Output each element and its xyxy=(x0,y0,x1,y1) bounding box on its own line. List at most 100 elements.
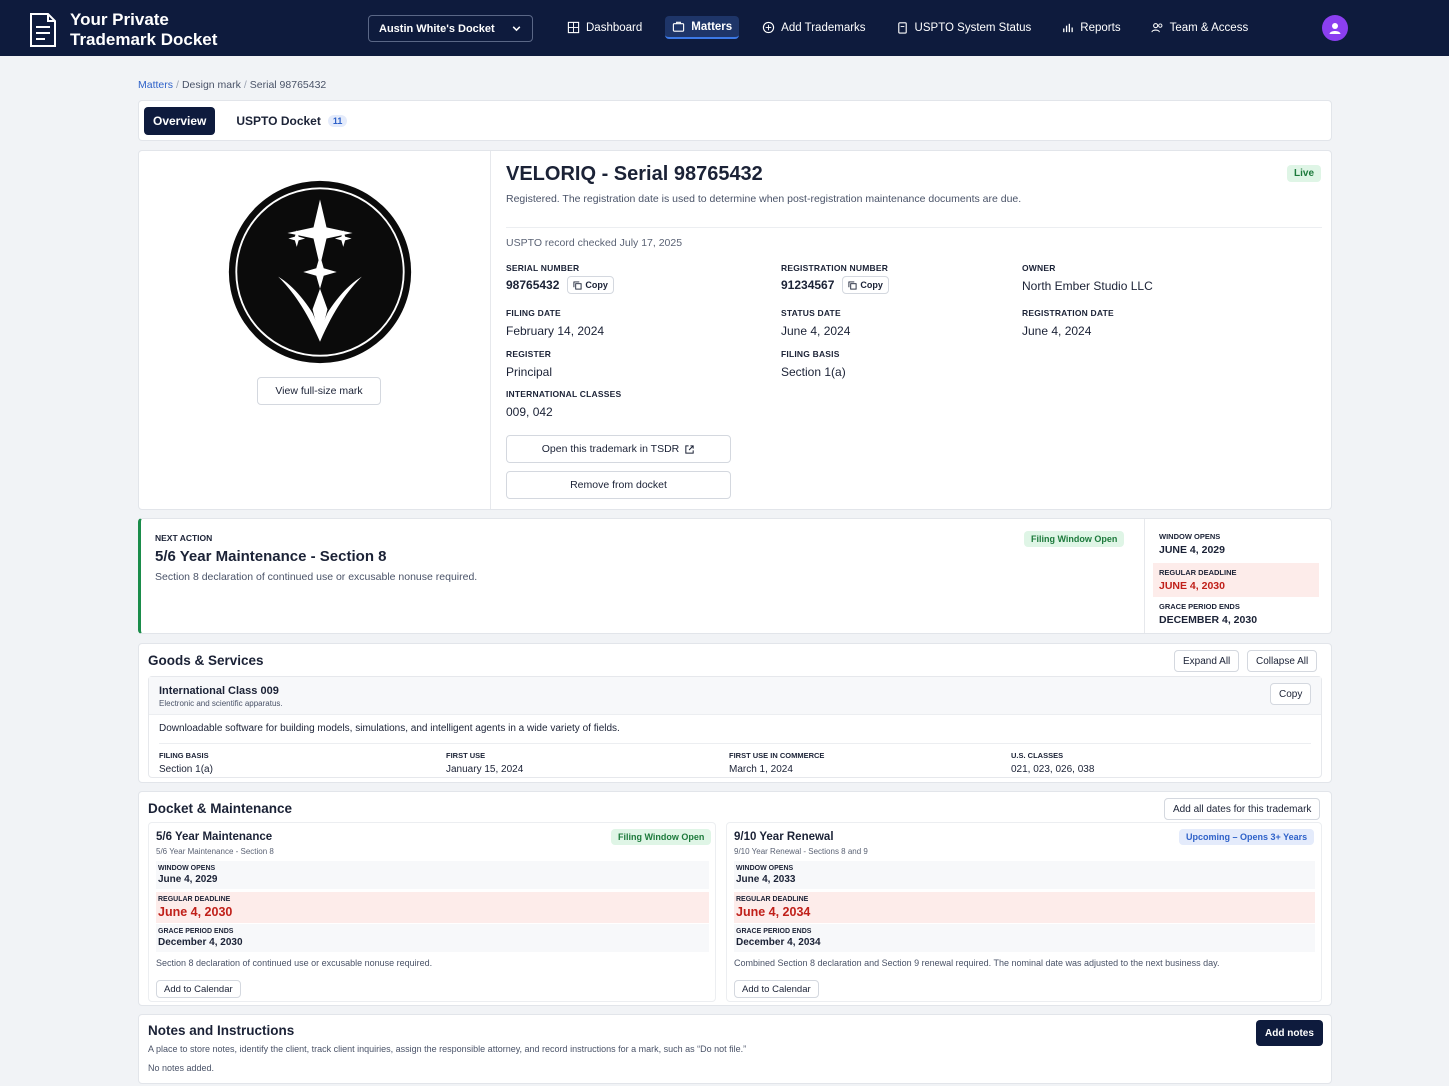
class-subtitle: Electronic and scientific apparatus. xyxy=(159,699,283,708)
document-logo-icon xyxy=(30,13,56,47)
clipboard-icon xyxy=(897,22,907,34)
maintenance-subtitle: 5/6 Year Maintenance - Section 8 xyxy=(156,847,274,856)
grace-period-label: Grace Period Ends xyxy=(736,928,812,935)
window-opens-value: June 4, 2029 xyxy=(1159,544,1225,556)
docket-select[interactable]: Austin White's Docket xyxy=(368,15,533,42)
copy-registration-button[interactable]: Copy xyxy=(842,276,889,294)
renewal-title: 9/10 Year Renewal xyxy=(734,831,834,843)
tab-overview[interactable]: Overview xyxy=(144,106,216,135)
class-filing-basis-label: Filing Basis xyxy=(159,751,209,760)
copy-class-button[interactable]: Copy xyxy=(1270,683,1312,705)
class-first-use-value: January 15, 2024 xyxy=(446,764,524,775)
copy-registration-label: Copy xyxy=(860,280,883,290)
international-classes-label: International Classes xyxy=(506,389,622,399)
notes-empty-state: No notes added. xyxy=(148,1063,215,1073)
regular-deadline-label: Regular Deadline xyxy=(1159,568,1237,577)
status-badge: Live xyxy=(1287,165,1322,182)
breadcrumb-design-mark[interactable]: Design mark xyxy=(182,79,241,91)
serial-number-row: 98765432 Copy xyxy=(506,276,614,294)
registration-number-value: 91234567 xyxy=(781,278,835,292)
add-notes-button[interactable]: Add notes xyxy=(1256,1020,1323,1046)
grace-period-value: December 4, 2030 xyxy=(1159,614,1258,626)
add-to-calendar-button[interactable]: Add to Calendar xyxy=(156,980,241,998)
regular-deadline-row: Regular Deadline June 4, 2030 xyxy=(156,892,709,923)
view-full-size-button[interactable]: View full-size mark xyxy=(257,377,381,405)
grace-period-value: December 4, 2030 xyxy=(158,937,243,948)
nav-add-trademarks[interactable]: Add Trademarks xyxy=(755,16,872,39)
grace-period-row: Grace Period Ends December 4, 2034 xyxy=(734,924,1315,952)
regular-deadline-value: June 4, 2030 xyxy=(158,905,233,919)
breadcrumb-matters[interactable]: Matters xyxy=(138,79,173,91)
register-label: Register xyxy=(506,349,552,359)
avatar[interactable] xyxy=(1322,15,1348,41)
main-nav: Dashboard Matters Add Trademarks USPTO S… xyxy=(560,16,1265,39)
maintenance-title: 5/6 Year Maintenance xyxy=(156,831,273,843)
nav-reports[interactable]: Reports xyxy=(1054,16,1127,39)
goods-services-title: Goods & Services xyxy=(148,653,264,668)
chevron-down-icon xyxy=(512,26,521,32)
add-to-calendar-button[interactable]: Add to Calendar xyxy=(734,980,819,998)
copy-serial-button[interactable]: Copy xyxy=(567,276,614,294)
trademark-mark-image xyxy=(228,180,412,364)
maintenance-note: Section 8 declaration of continued use o… xyxy=(156,958,433,968)
window-opens-item: Window Opens June 4, 2029 xyxy=(1159,532,1225,556)
brand[interactable]: Your Private Trademark Docket xyxy=(28,10,250,50)
regular-deadline-row: Regular Deadline June 4, 2034 xyxy=(734,892,1315,923)
remove-from-docket-button[interactable]: Remove from docket xyxy=(506,471,731,499)
breadcrumb: Matters / Design mark / Serial 98765432 xyxy=(138,79,326,91)
nav-team-access[interactable]: Team & Access xyxy=(1144,16,1256,39)
open-tsdr-button[interactable]: Open this trademark in TSDR xyxy=(506,435,731,463)
divider xyxy=(159,743,1311,744)
add-all-dates-button[interactable]: Add all dates for this trademark xyxy=(1164,798,1321,820)
nav-dashboard[interactable]: Dashboard xyxy=(560,16,649,39)
status-date-value: June 4, 2024 xyxy=(781,324,851,338)
nav-uspto-status-label: USPTO System Status xyxy=(914,21,1032,34)
plus-circle-icon xyxy=(763,21,775,34)
tab-uspto-docket[interactable]: USPTO Docket 11 xyxy=(227,107,356,135)
maintenance-item-9-10-year: 9/10 Year Renewal 9/10 Year Renewal - Se… xyxy=(726,822,1322,1002)
tab-bar: Overview USPTO Docket 11 xyxy=(138,100,1332,141)
nav-matters-label: Matters xyxy=(691,20,733,33)
class-first-use-label: First Use xyxy=(446,751,486,760)
window-opens-value: June 4, 2029 xyxy=(158,874,218,885)
class-filing-basis: Filing Basis Section 1(a) xyxy=(159,751,213,775)
window-opens-label: Window Opens xyxy=(158,865,216,872)
renewal-note: Combined Section 8 declaration and Secti… xyxy=(734,958,1220,968)
collapse-all-button[interactable]: Collapse All xyxy=(1247,650,1318,672)
status-description: Registered. The registration date is use… xyxy=(506,193,1022,205)
breadcrumb-current: Serial 98765432 xyxy=(249,79,327,91)
users-icon xyxy=(1150,23,1162,33)
copy-icon xyxy=(848,280,857,290)
briefcase-icon xyxy=(673,21,685,32)
grace-period-value: December 4, 2034 xyxy=(736,937,821,948)
next-action-card: Next Action 5/6 Year Maintenance - Secti… xyxy=(138,518,1332,634)
nav-uspto-status[interactable]: USPTO System Status xyxy=(889,16,1039,39)
serial-number-value: 98765432 xyxy=(506,278,560,292)
renewal-subtitle: 9/10 Year Renewal - Sections 8 and 9 xyxy=(734,847,868,856)
regular-deadline-item: Regular Deadline June 4, 2030 xyxy=(1153,563,1319,597)
registration-number-row: 91234567 Copy xyxy=(781,276,889,294)
next-action-dates: Window Opens June 4, 2029 Regular Deadlin… xyxy=(1144,519,1332,633)
nav-reports-label: Reports xyxy=(1080,21,1121,34)
nav-matters[interactable]: Matters xyxy=(665,16,740,39)
grace-period-item: Grace Period Ends December 4, 2030 xyxy=(1159,602,1257,626)
maintenance-item-5-6-year: 5/6 Year Maintenance 5/6 Year Maintenanc… xyxy=(148,822,716,1002)
open-tsdr-label: Open this trademark in TSDR xyxy=(541,443,680,455)
regular-deadline-label: Regular Deadline xyxy=(736,896,809,903)
class-us-classes: U.S. Classes 021, 023, 026, 038 xyxy=(1011,751,1094,775)
user-icon xyxy=(1329,23,1341,34)
registration-number-label: Registration Number xyxy=(781,263,889,273)
window-opens-row: Window Opens June 4, 2033 xyxy=(734,861,1315,889)
expand-all-button[interactable]: Expand All xyxy=(1174,650,1240,672)
filing-window-badge: Filing Window Open xyxy=(1024,531,1125,547)
nav-team-access-label: Team & Access xyxy=(1169,21,1249,34)
nav-dashboard-label: Dashboard xyxy=(586,21,643,34)
registration-number-field: Registration Number 91234567 Copy xyxy=(781,263,889,294)
owner-value: North Ember Studio LLC xyxy=(1022,279,1153,293)
notes-title: Notes and Instructions xyxy=(148,1023,295,1038)
filing-basis-field: Filing Basis Section 1(a) xyxy=(781,349,846,379)
class-header[interactable]: International Class 009 Electronic and s… xyxy=(149,677,1321,715)
breadcrumb-separator: / xyxy=(243,79,247,91)
class-commerce-value: March 1, 2024 xyxy=(729,764,793,775)
window-opens-label: Window Opens xyxy=(1159,532,1221,541)
